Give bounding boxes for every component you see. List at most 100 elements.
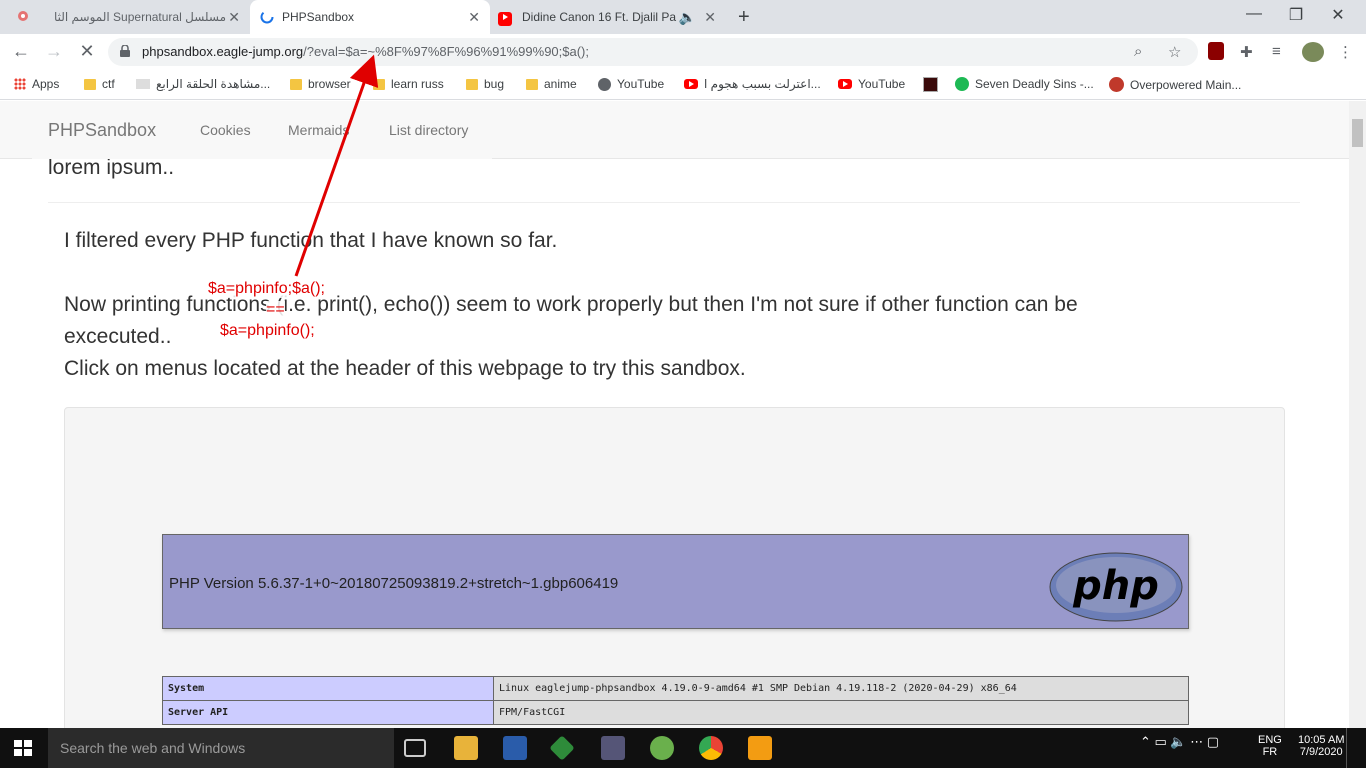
bookmark-label: Overpowered Main... <box>1130 77 1242 92</box>
bookmark-arabic-2[interactable]: اعترلت بسبب هجوم ا... <box>684 77 821 91</box>
tab-didine[interactable]: Didine Canon 16 Ft. Djalil Pa 🔈 ✕ <box>490 0 726 34</box>
bookmark-ctf[interactable]: ctf <box>84 77 115 91</box>
search-placeholder: Search the web and Windows <box>60 740 246 756</box>
php-logo: php <box>1049 552 1183 622</box>
bookmark-seven-deadly-sins[interactable]: Seven Deadly Sins -... <box>955 77 1094 91</box>
nav-link-list-directory[interactable]: List directory <box>389 122 468 138</box>
page-content: lorem ipsum.. I filtered every PHP funct… <box>0 101 1349 728</box>
tab-title: مسلسل Supernatural الموسم الثا <box>53 10 226 24</box>
bookmark-label: YouTube <box>858 77 906 91</box>
scrollbar-thumb[interactable] <box>1352 119 1363 147</box>
back-button[interactable]: ← <box>10 41 32 62</box>
close-tab-icon[interactable]: ✕ <box>228 9 240 26</box>
bookmark-bug[interactable]: bug <box>466 77 504 91</box>
table-value: FPM/FastCGI <box>493 700 1189 725</box>
bookmark-arabic-1[interactable]: مشاهدة الحلقة الرابع... <box>136 77 270 91</box>
folder-icon <box>526 78 538 90</box>
php-version: PHP Version 5.6.37-1+0~20180725093819.2+… <box>169 575 619 592</box>
youtube-icon <box>498 12 512 26</box>
url-host: phpsandbox.eagle-jump.org <box>142 44 304 59</box>
speaker-icon[interactable]: 🔈 <box>679 9 696 26</box>
globe-icon <box>598 77 611 91</box>
close-tab-icon[interactable]: ✕ <box>468 9 480 26</box>
bookmark-overpowered[interactable]: Overpowered Main... <box>1109 77 1241 92</box>
tab-strip: مسلسل Supernatural الموسم الثا ✕ PHPSand… <box>0 0 1366 34</box>
bookmark-label: YouTube <box>617 77 665 91</box>
tray-icons[interactable]: ⌃ ▭ 🔈 ⋯ ▢ <box>1140 734 1219 750</box>
clock[interactable]: 10:05 AM 7/9/2020 <box>1298 734 1344 758</box>
bookmarks-bar: Apps ctf مشاهدة الحلقة الرابع... browser… <box>0 70 1366 100</box>
terminal-app-icon[interactable] <box>601 736 625 760</box>
lang-primary: ENG <box>1258 734 1282 746</box>
navbar-brand[interactable]: PHPSandbox <box>48 120 156 141</box>
ublock-icon[interactable] <box>1208 42 1224 60</box>
restore-button[interactable]: ❐ <box>1276 5 1316 25</box>
bookmark-anime[interactable]: anime <box>526 77 577 91</box>
sublime-text-icon[interactable] <box>748 736 772 760</box>
site-icon <box>1109 77 1124 92</box>
bookmark-label: Seven Deadly Sins -... <box>975 77 1094 91</box>
bookmark-label: ctf <box>102 77 115 91</box>
c-icon <box>923 77 938 92</box>
folder-icon <box>84 78 96 90</box>
youtube-icon <box>684 79 698 89</box>
php-logo-text: php <box>1072 563 1159 609</box>
bookmark-label: Apps <box>32 77 60 91</box>
bookmark-c[interactable] <box>923 77 938 92</box>
spotify-icon <box>955 77 969 91</box>
new-tab-button[interactable]: + <box>738 6 750 29</box>
minimize-button[interactable]: — <box>1234 5 1274 23</box>
bookmark-learn-russ[interactable]: learn russ <box>373 77 444 91</box>
folder-icon <box>466 78 478 90</box>
bookmark-youtube-2[interactable]: YouTube <box>838 77 905 91</box>
nav-link-cookies[interactable]: Cookies <box>200 122 251 138</box>
close-tab-icon[interactable]: ✕ <box>704 9 716 26</box>
annotation-line-3: $a=phpinfo(); <box>220 322 315 340</box>
profile-avatar[interactable] <box>1302 42 1324 62</box>
language-indicator[interactable]: ENG FR <box>1258 734 1282 758</box>
bookmark-label: browser <box>308 77 351 91</box>
loading-spinner-icon <box>260 10 274 24</box>
tab-phpsandbox[interactable]: PHPSandbox ✕ <box>250 0 490 34</box>
location-pin-icon <box>18 11 28 21</box>
table-key: System <box>162 676 494 701</box>
url-text[interactable]: phpsandbox.eagle-jump.org/?eval=$a=~%8F%… <box>142 44 589 59</box>
bookmark-star-icon[interactable]: ☆ <box>1168 43 1181 61</box>
forward-button[interactable]: → <box>43 41 65 62</box>
clock-date: 7/9/2020 <box>1299 746 1343 758</box>
clock-time: 10:05 AM <box>1298 734 1345 746</box>
bookmark-label: learn russ <box>391 77 444 91</box>
windows-start-icon[interactable] <box>14 740 32 756</box>
site-navbar: PHPSandbox Cookies Mermaids List directo… <box>0 101 1349 159</box>
show-desktop-button[interactable] <box>1346 728 1366 768</box>
bookmark-browser[interactable]: browser <box>290 77 351 91</box>
diamond-app-icon[interactable] <box>549 735 575 761</box>
tab-supernatural[interactable]: مسلسل Supernatural الموسم الثا ✕ <box>14 0 250 34</box>
page-scrollbar[interactable] <box>1349 101 1366 728</box>
url-path: /?eval=$a=~%8F%97%8F%96%91%99%90;$a(); <box>303 44 589 59</box>
taskbar-search[interactable]: Search the web and Windows <box>48 728 394 768</box>
phpinfo-table: System Linux eaglejump-phpsandbox 4.19.0… <box>162 676 1189 725</box>
zoom-icon[interactable]: ⌕ <box>1134 43 1142 60</box>
bookmark-label: anime <box>544 77 577 91</box>
close-window-button[interactable]: ✕ <box>1318 5 1358 25</box>
phpinfo-banner: PHP Version 5.6.37-1+0~20180725093819.2+… <box>162 534 1189 629</box>
bookmark-apps[interactable]: Apps <box>14 77 59 91</box>
menu-icon[interactable]: ⋮ <box>1338 43 1353 61</box>
stop-button[interactable]: ✕ <box>76 41 98 62</box>
table-key: Server API <box>162 700 494 725</box>
task-view-icon[interactable] <box>404 739 426 757</box>
bookmark-youtube-1[interactable]: YouTube <box>598 77 664 91</box>
utorrent-icon[interactable] <box>650 736 674 760</box>
paragraph-line-1: I filtered every PHP function that I hav… <box>64 229 558 252</box>
file-explorer-icon[interactable] <box>454 736 478 760</box>
lang-secondary: FR <box>1262 746 1278 758</box>
address-bar[interactable]: phpsandbox.eagle-jump.org/?eval=$a=~%8F%… <box>108 38 1198 66</box>
chrome-icon[interactable] <box>699 736 723 760</box>
site-icon <box>136 79 150 89</box>
bookmark-label: مشاهدة الحلقة الرابع... <box>156 77 271 91</box>
save-app-icon[interactable] <box>503 736 527 760</box>
extensions-icon[interactable]: ✚ <box>1240 43 1253 61</box>
nav-link-mermaids[interactable]: Mermaids <box>288 122 349 138</box>
media-control-icon[interactable]: ≡ <box>1272 43 1281 60</box>
